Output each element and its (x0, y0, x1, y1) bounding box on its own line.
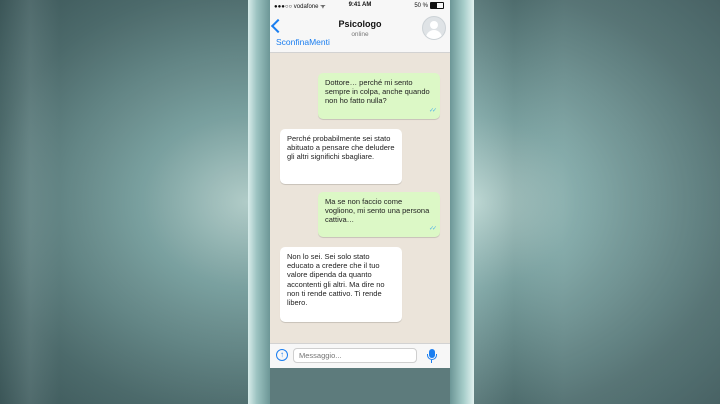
message-text: Non lo sei. Sei solo stato educato a cre… (287, 252, 385, 308)
message-text: Perché probabilmente sei stato abituato … (287, 134, 395, 162)
message-input[interactable] (293, 348, 417, 363)
microphone-icon[interactable] (427, 349, 437, 363)
message-composer: ↑ (270, 343, 450, 368)
tunnel-edge-right (450, 0, 474, 404)
message-outgoing[interactable]: Dottore… perché mi sento sempre in colpa… (318, 73, 440, 119)
contact-avatar[interactable] (422, 16, 446, 40)
chat-header: SconfinaMenti Psicologo online (270, 12, 450, 53)
read-receipt-icon: ✓✓ (428, 107, 437, 114)
avatar-head-icon (430, 21, 438, 29)
mic-arc (427, 354, 437, 360)
battery-status: 50 % (414, 2, 444, 9)
video-background-left (0, 0, 248, 404)
battery-icon (430, 2, 444, 9)
back-button[interactable]: SconfinaMenti (276, 37, 330, 47)
message-incoming[interactable]: Perché probabilmente sei stato abituato … (280, 129, 402, 184)
tunnel-edge-left (248, 0, 270, 404)
mic-stem (431, 360, 432, 363)
read-receipt-icon: ✓✓ (428, 225, 437, 232)
battery-percent: 50 % (414, 2, 428, 9)
avatar-body-icon (426, 30, 442, 39)
message-list: Dottore… perché mi sento sempre in colpa… (270, 53, 450, 343)
attach-upload-icon[interactable]: ↑ (276, 349, 288, 361)
video-background-right (474, 0, 720, 404)
message-text: Dottore… perché mi sento sempre in colpa… (325, 78, 430, 106)
status-bar: ●●●○○ vodafone ᯤ 9:41 AM 50 % (270, 0, 450, 12)
message-incoming[interactable]: Non lo sei. Sei solo stato educato a cre… (280, 247, 402, 322)
message-text: Ma se non faccio come vogliono, mi sento… (325, 197, 430, 225)
message-outgoing[interactable]: Ma se non faccio come vogliono, mi sento… (318, 192, 440, 237)
chat-screen: ●●●○○ vodafone ᯤ 9:41 AM 50 % SconfinaMe… (270, 0, 450, 368)
